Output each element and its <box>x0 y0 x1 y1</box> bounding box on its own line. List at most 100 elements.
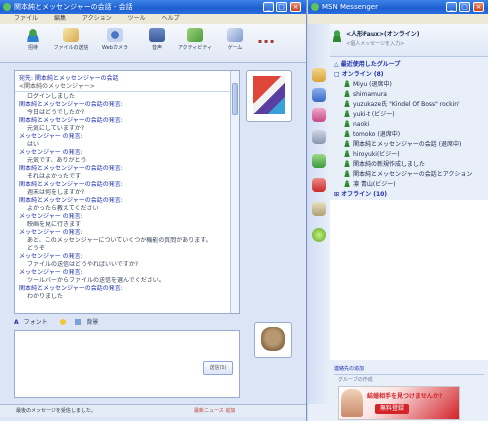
own-display-picture[interactable] <box>254 322 292 358</box>
menu-help[interactable]: ヘルプ <box>161 15 179 22</box>
invite-icon <box>25 28 41 42</box>
menu-edit[interactable]: 編集 <box>54 15 66 22</box>
emoticon-icon[interactable] <box>59 319 66 325</box>
contact-item[interactable]: 関本純とメッセンジャーの会話とアクション <box>334 170 484 180</box>
message-text-line: 週末は何をしますか? <box>27 189 85 196</box>
phone-icon[interactable] <box>312 88 326 102</box>
contact-group-header[interactable]: △ 最近使用したグループ <box>334 60 484 70</box>
contact-item[interactable]: 関本純の新規作成しました <box>334 160 484 170</box>
toolbar-activity-button[interactable]: アクティビティ <box>176 28 214 51</box>
message-sender-line: 関本純とメッセンジャーの会話の発言: <box>19 197 123 204</box>
chat-log-scroll-thumb[interactable] <box>232 83 238 115</box>
ad-banner[interactable]: 結婚相手を見つけませんか? 無料登録 <box>338 386 460 420</box>
contact-item[interactable]: yuki-t (ビジー) <box>334 110 484 120</box>
chat-header-to: 宛先: 関本純とメッセンジャーの会話 <box>19 75 119 81</box>
minimize-button[interactable]: _ <box>263 2 274 12</box>
add-contact-link[interactable]: 連絡先の追加 <box>334 364 484 375</box>
contact-name: shimamura <box>353 91 387 98</box>
contact-item[interactable]: yuzukaze氏 "Kindel Of Boss" rockin' <box>334 100 484 110</box>
menu-actions[interactable]: アクション <box>82 15 112 22</box>
chat-toolbar: 招待 ファイルの送信 Webカメラ 音声 アクティビティ ゲーム ▪ ▪ ▪ <box>0 24 306 63</box>
status-bar-text: 最後のメッセージを受信しました。 <box>16 408 96 414</box>
message-sender-line: 関本純とメッセンジャーの会話の発言: <box>19 181 123 188</box>
message-sender-line: メッセンジャー の発言: <box>19 253 83 260</box>
contact-group-label: ⊞ オフライン (10) <box>334 191 388 198</box>
message-text-line: ログインしました <box>27 93 76 100</box>
contact-status-icon <box>344 180 350 187</box>
chat-status-bar: 最後のメッセージを受信しました。 最新ニュース 追加 <box>0 404 306 417</box>
contact-item[interactable]: Miyu (退席中) <box>334 80 484 90</box>
music-icon[interactable] <box>312 202 326 216</box>
contact-status-icon <box>344 170 350 177</box>
chat-log-scrollbar[interactable] <box>230 71 239 313</box>
message-sender-line: 関本純とメッセンジャーの会話の発言: <box>19 117 123 124</box>
contact-item[interactable]: naoki <box>334 120 484 130</box>
messenger-titlebar[interactable]: MSN Messenger _ □ × <box>308 0 488 14</box>
contact-name: 関本純とメッセンジャーの会話 (退席中) <box>353 141 462 148</box>
activity-icon <box>187 28 203 42</box>
message-input[interactable]: 送信(S) <box>14 330 240 398</box>
contact-item[interactable]: hiroyuki(ビジー) <box>334 150 484 160</box>
message-list: ログインしました 関本純とメッセンジャーの会話の発言: 今日はどうでしたか? 関本純と… <box>15 92 239 302</box>
message-sender-line: メッセンジャー の発言: <box>19 149 83 156</box>
toolbar-send-file-button[interactable]: ファイルの送信 <box>52 28 90 51</box>
background-icon[interactable] <box>75 319 82 325</box>
create-group-link[interactable]: グループの作成 <box>338 376 373 383</box>
format-bar: A フォント 背景 <box>14 319 99 326</box>
contact-name: 関本純の新規作成しました <box>353 161 426 168</box>
star-icon[interactable] <box>312 228 326 242</box>
mail-icon[interactable] <box>312 68 326 82</box>
contact-status-icon <box>344 100 350 107</box>
user-status-icon[interactable] <box>332 30 342 42</box>
menu-tools[interactable]: ツール <box>128 15 146 22</box>
message-text-line: どうぞ <box>27 245 46 252</box>
message-sender-line: メッセンジャー の発言: <box>19 213 83 220</box>
shopping-icon[interactable] <box>312 178 326 192</box>
maximize-button[interactable]: □ <box>276 2 287 12</box>
close-button[interactable]: × <box>290 2 301 12</box>
messenger-minimize-button[interactable]: _ <box>446 2 457 12</box>
contact-name: naoki <box>353 121 370 128</box>
message-text-line: 元気です、ありがとう <box>27 157 87 164</box>
status-bar-news[interactable]: 最新ニュース 追加 <box>194 405 235 417</box>
voice-icon <box>149 28 165 42</box>
chat-log[interactable]: 宛先: 関本純とメッセンジャーの会話 <関本純のメッセンジャー> ログインしまし… <box>14 70 240 314</box>
message-sender-line: 関本純とメッセンジャーの会話の発言: <box>19 165 123 172</box>
tv-icon[interactable] <box>312 130 326 144</box>
games-icon[interactable] <box>312 154 326 168</box>
toolbar-webcam-button[interactable]: Webカメラ <box>96 28 134 51</box>
user-display-name[interactable]: <人形Faux>(オンライン) <box>346 29 419 38</box>
contact-status-icon <box>344 80 350 87</box>
message-sender-line: メッセンジャー の発言: <box>19 229 83 236</box>
font-button[interactable]: A <box>14 319 19 326</box>
dog-picture-icon <box>261 327 285 351</box>
contact-name: 関本純とメッセンジャーの会話とアクション <box>353 171 473 178</box>
toolbar-voice-button[interactable]: 音声 <box>138 28 176 51</box>
chat-titlebar[interactable]: 関本純とメッセンジャーの会話 - 会話 _ □ × <box>0 0 306 14</box>
personal-message[interactable]: <個人メッセージを入力> <box>346 40 404 47</box>
contact-group-header[interactable]: ⊞ オフライン (10) <box>334 190 484 200</box>
messenger-maximize-button[interactable]: □ <box>459 2 470 12</box>
toolbar-invite-button[interactable]: 招待 <box>14 28 52 51</box>
messenger-close-button[interactable]: × <box>473 2 484 12</box>
message-text-line: ツールバーからファイルの送信を選んでください。 <box>27 277 165 284</box>
toolbar-game-button[interactable]: ゲーム <box>216 28 254 51</box>
contact-list: △ 最近使用したグループ □ オンライン (8) Miyu (退席中) shimamu… <box>334 60 484 200</box>
send-file-icon <box>63 28 79 42</box>
contact-status-icon <box>344 130 350 137</box>
menu-file[interactable]: ファイル <box>14 15 38 22</box>
contact-item[interactable]: tomoko (退席中) <box>334 130 484 140</box>
ad-text-main: 結婚相手を見つけませんか? <box>367 393 443 400</box>
ad-button[interactable]: 無料登録 <box>375 404 410 414</box>
contact-item[interactable]: shimamura <box>334 90 484 100</box>
contact-item[interactable]: 関本純とメッセンジャーの会話 (退席中) <box>334 140 484 150</box>
message-text-line: 今日はどうでしたか? <box>27 109 85 116</box>
contact-item[interactable]: 凛 青山(ビジー) <box>334 180 484 190</box>
spaces-icon[interactable] <box>312 108 326 122</box>
contact-group-header[interactable]: □ オンライン (8) <box>334 70 484 80</box>
contact-display-picture[interactable] <box>246 70 292 122</box>
contact-name: hiroyuki(ビジー) <box>353 151 400 158</box>
message-text-line: はい <box>27 141 40 148</box>
toolbar-extras[interactable]: ▪ ▪ ▪ <box>258 38 298 48</box>
send-button[interactable]: 送信(S) <box>203 361 233 375</box>
